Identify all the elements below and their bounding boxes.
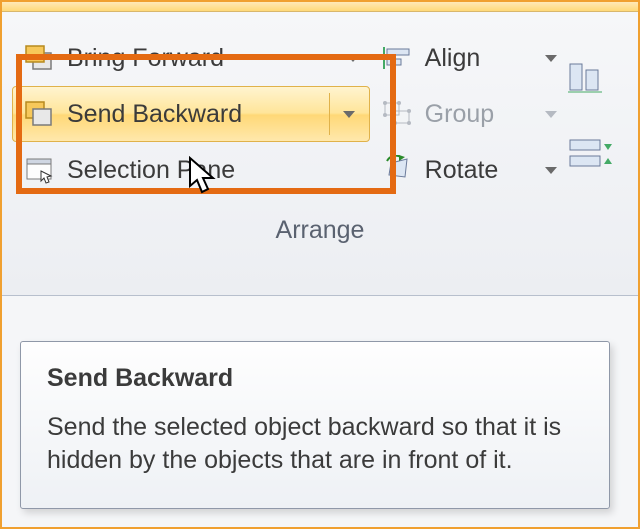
align-icon <box>381 43 415 73</box>
tooltip: Send Backward Send the selected object b… <box>20 341 610 510</box>
ribbon-group-label: Arrange <box>12 216 628 245</box>
bring-forward-button[interactable]: Bring Forward <box>12 30 370 86</box>
selection-pane-label: Selection Pane <box>67 156 359 185</box>
send-backward-label: Send Backward <box>67 100 321 129</box>
send-backward-button[interactable]: Send Backward <box>12 86 370 142</box>
rotate-icon <box>381 155 415 185</box>
align-button[interactable]: Align <box>370 30 569 86</box>
dropdown-caret-icon[interactable] <box>347 55 359 62</box>
tooltip-title: Send Backward <box>47 364 583 393</box>
selection-pane-icon <box>23 155 57 185</box>
group-icon <box>381 99 415 129</box>
send-backward-split-dropdown[interactable] <box>329 93 359 135</box>
rotate-button[interactable]: Rotate <box>370 142 569 198</box>
tooltip-body: Send the selected object backward so tha… <box>47 411 583 479</box>
adjacent-group-partial <box>568 30 628 172</box>
app-window: Bring Forward Send Backward <box>0 0 640 529</box>
rotate-label: Rotate <box>425 156 536 185</box>
align-label: Align <box>425 44 536 73</box>
partial-icon <box>568 138 612 172</box>
dropdown-caret-icon <box>343 111 355 118</box>
partial-icon <box>568 62 612 96</box>
group-button: Group <box>370 86 569 142</box>
bring-forward-label: Bring Forward <box>67 44 337 73</box>
dropdown-caret-icon[interactable] <box>545 55 557 62</box>
send-backward-icon <box>23 99 57 129</box>
dropdown-caret-icon[interactable] <box>545 167 557 174</box>
bring-forward-icon <box>23 43 57 73</box>
group-label: Group <box>425 100 536 129</box>
selection-pane-button[interactable]: Selection Pane <box>12 142 370 198</box>
dropdown-caret-icon <box>545 111 557 118</box>
ribbon-tab-strip <box>2 2 638 12</box>
ribbon-arrange-group: Bring Forward Send Backward <box>2 12 638 296</box>
